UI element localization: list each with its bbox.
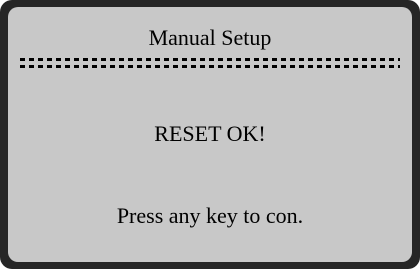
reset-status-message: RESET OK! xyxy=(154,121,266,146)
device-bezel: Manual Setup RESET OK! Press any key to … xyxy=(0,0,420,269)
separator-dash-row-top xyxy=(20,58,400,61)
continue-prompt: Press any key to con. xyxy=(116,203,304,228)
lcd-screen[interactable]: Manual Setup RESET OK! Press any key to … xyxy=(8,7,412,262)
title-separator xyxy=(20,57,400,69)
separator-dash-row-bottom xyxy=(20,65,400,68)
screen-title: Manual Setup xyxy=(148,25,272,50)
